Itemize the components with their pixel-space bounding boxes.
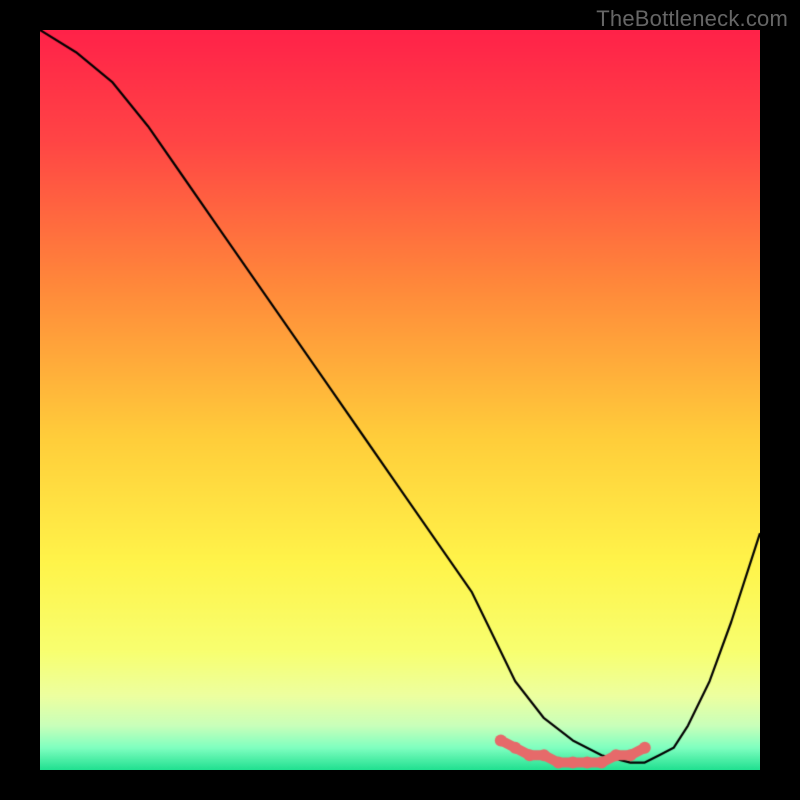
chart-frame: TheBottleneck.com — [0, 0, 800, 800]
watermark-text: TheBottleneck.com — [596, 6, 788, 32]
plot-area — [40, 30, 760, 770]
curve-layer — [40, 30, 760, 770]
